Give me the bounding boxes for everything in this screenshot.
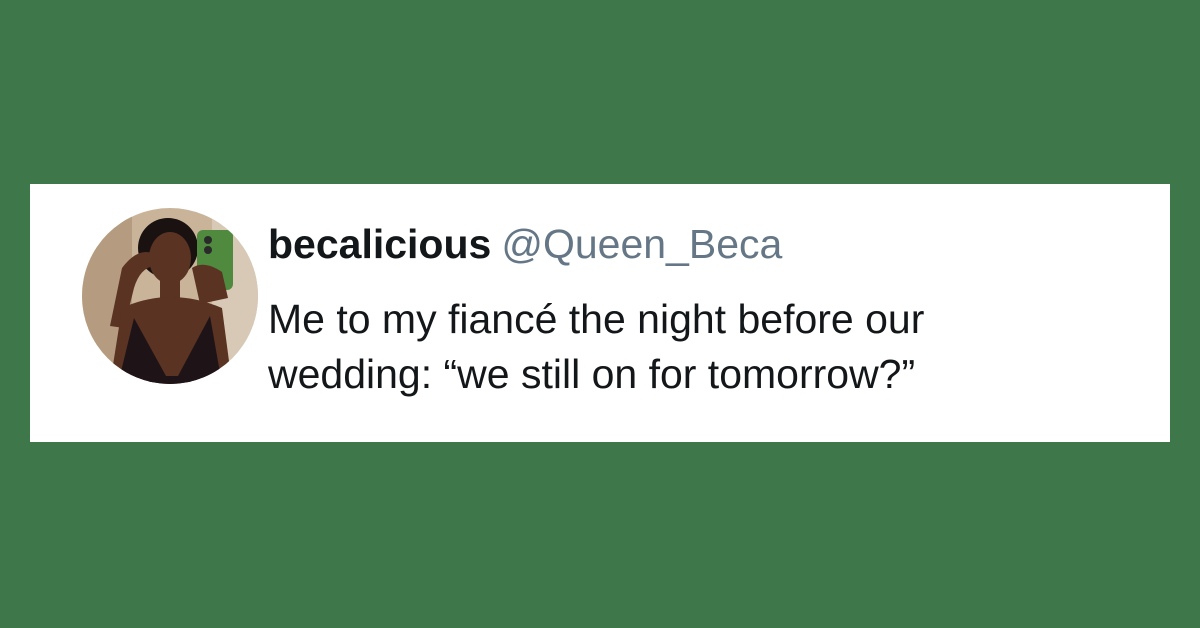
user-handle[interactable]: @Queen_Beca xyxy=(501,221,782,267)
avatar[interactable] xyxy=(82,208,258,384)
tweet-card: becalicious @Queen_Beca Me to my fiancé t… xyxy=(30,184,1170,442)
tweet-text-line: Me to my fiancé the night before our xyxy=(268,296,925,342)
tweet-header: becalicious @Queen_Beca xyxy=(268,220,782,268)
tweet-text: Me to my fiancé the night before our wed… xyxy=(268,292,1158,402)
profile-photo-icon xyxy=(82,208,258,384)
display-name[interactable]: becalicious xyxy=(268,221,491,267)
tweet-text-line: wedding: “we still on for tomorrow?” xyxy=(268,351,916,397)
